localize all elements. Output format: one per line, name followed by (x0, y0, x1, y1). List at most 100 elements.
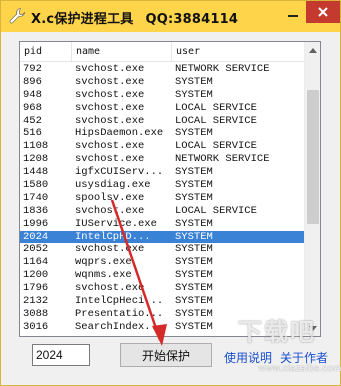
process-list[interactable]: pid name user 792 svchost.exe NETWORK SERV… (19, 41, 321, 337)
wrench-icon (8, 7, 26, 25)
table-row[interactable]: 1448 igfxCUIServ... SYSTEM (20, 166, 304, 179)
chevron-down-icon (309, 325, 317, 331)
table-row[interactable]: 516 HipsDaemon.exe SYSTEM (20, 127, 304, 140)
table-row[interactable]: 792 svchost.exe NETWORK SERVICE (20, 63, 304, 76)
cell-name: svchost.exe (75, 204, 145, 217)
cell-pid: 1448 (23, 166, 49, 179)
close-icon (318, 7, 328, 17)
table-row[interactable]: 1836 svchost.exe LOCAL SERVICE (20, 205, 304, 218)
cell-pid: 3016 (23, 320, 49, 333)
table-row[interactable]: 948 svchost.exe SYSTEM (20, 89, 304, 102)
table-row-selected[interactable]: 2024 IntelCpHD... SYSTEM (20, 230, 304, 244)
cell-pid: 1580 (23, 179, 49, 192)
cell-name: svchost.exe (75, 282, 145, 295)
cell-name: IntelCpHD... (75, 230, 151, 243)
qq-contact: QQ:3884114 (145, 12, 239, 27)
cell-user: SYSTEM (175, 256, 213, 269)
table-row[interactable]: 1996 IUService.exe SYSTEM (20, 218, 304, 231)
table-row[interactable]: 1740 spoolsv.exe SYSTEM (20, 192, 304, 205)
table-row[interactable]: 1200 wqnms.exe SYSTEM (20, 269, 304, 282)
cell-pid: 948 (23, 88, 42, 101)
cell-name: spoolsv.exe (75, 191, 145, 204)
cell-user: SYSTEM (175, 269, 213, 282)
cell-pid: 1796 (23, 282, 49, 295)
chevron-up-icon (309, 47, 317, 53)
cell-name: svchost.exe (75, 75, 145, 88)
cell-user: NETWORK SERVICE (175, 153, 270, 166)
cell-pid: 1200 (23, 269, 49, 282)
cell-pid: 2132 (23, 295, 49, 308)
table-row[interactable]: 1580 usysdiag.exe SYSTEM (20, 179, 304, 192)
cell-user: SYSTEM (175, 217, 213, 230)
cell-name: svchost.exe (75, 114, 145, 127)
table-row[interactable]: 1208 svchost.exe NETWORK SERVICE (20, 153, 304, 166)
cell-pid: 1164 (23, 256, 49, 269)
window-title: X.c保护进程工具 QQ:3884114 (31, 8, 238, 27)
cell-user: SYSTEM (175, 295, 213, 308)
cell-user: SYSTEM (175, 191, 213, 204)
cell-user: SYSTEM (175, 320, 213, 333)
title-bar[interactable]: X.c保护进程工具 QQ:3884114 (1, 1, 340, 32)
cell-user: SYSTEM (175, 166, 213, 179)
cell-name: svchost.exe (75, 243, 145, 256)
scrollbar-thumb[interactable] (307, 90, 319, 224)
minimize-button[interactable] (279, 1, 306, 23)
cell-pid: 2052 (23, 243, 49, 256)
help-link[interactable]: 使用说明 (224, 349, 272, 366)
app-title: X.c保护进程工具 (31, 12, 134, 27)
table-row[interactable]: 1108 svchost.exe LOCAL SERVICE (20, 140, 304, 153)
cell-pid: 1740 (23, 191, 49, 204)
close-button[interactable] (306, 1, 340, 23)
cell-pid: 1996 (23, 217, 49, 230)
cell-name: svchost.exe (75, 153, 145, 166)
scroll-up-button[interactable] (305, 42, 320, 58)
cell-name: svchost.exe (75, 140, 145, 153)
cell-name: IntelCpHeci... (75, 295, 164, 308)
start-protect-button[interactable]: 开始保护 (120, 343, 212, 367)
cell-name: usysdiag.exe (75, 179, 151, 192)
table-row[interactable]: 452 svchost.exe LOCAL SERVICE (20, 115, 304, 128)
cell-name: svchost.exe (75, 101, 145, 114)
table-row[interactable]: 2132 IntelCpHeci... SYSTEM (20, 295, 304, 308)
vertical-scrollbar[interactable] (304, 42, 320, 336)
cell-user: SYSTEM (175, 282, 213, 295)
table-row[interactable]: 3088 Presentatio... SYSTEM (20, 308, 304, 321)
cell-name: wqprs.exe (75, 256, 132, 269)
cell-user: LOCAL SERVICE (175, 204, 257, 217)
cell-name: HipsDaemon.exe (75, 127, 164, 140)
cell-name: svchost.exe (75, 63, 145, 75)
table-row[interactable]: 2052 svchost.exe SYSTEM (20, 243, 304, 256)
cell-user: SYSTEM (175, 75, 213, 88)
table-row[interactable]: 968 svchost.exe LOCAL SERVICE (20, 102, 304, 115)
column-header-pid[interactable]: pid (20, 42, 72, 62)
cell-name: svchost.exe (75, 88, 145, 101)
list-body: 792 svchost.exe NETWORK SERVICE 896 svchost.… (20, 63, 304, 336)
cell-user: SYSTEM (175, 127, 213, 140)
cell-pid: 792 (23, 63, 42, 75)
table-row[interactable]: 1164 wqprs.exe SYSTEM (20, 256, 304, 269)
pid-input[interactable]: 2024 (32, 344, 90, 366)
app-window: X.c保护进程工具 QQ:3884114 pid name user 792 svc… (0, 0, 341, 386)
column-header-user[interactable]: user (172, 42, 304, 62)
cell-user: LOCAL SERVICE (175, 101, 257, 114)
cell-user: SYSTEM (175, 307, 213, 320)
cell-user: SYSTEM (175, 243, 213, 256)
cell-user: SYSTEM (175, 179, 213, 192)
cell-name: SearchIndex... (75, 320, 164, 333)
cell-user: SYSTEM (175, 230, 213, 243)
cell-pid: 2024 (23, 230, 49, 243)
cell-user: LOCAL SERVICE (175, 114, 257, 127)
list-header: pid name user (20, 42, 304, 62)
cell-pid: 452 (23, 114, 42, 127)
about-author-link[interactable]: 关于作者 (280, 349, 328, 366)
column-header-name[interactable]: name (72, 42, 172, 62)
table-row[interactable]: 3016 SearchIndex... SYSTEM (20, 321, 304, 334)
cell-name: wqnms.exe (75, 269, 132, 282)
table-row[interactable]: 896 svchost.exe SYSTEM (20, 76, 304, 89)
cell-pid: 1108 (23, 140, 49, 153)
table-row[interactable]: 1796 svchost.exe SYSTEM (20, 282, 304, 295)
cell-user: SYSTEM (175, 88, 213, 101)
scroll-down-button[interactable] (305, 320, 320, 336)
cell-pid: 1836 (23, 204, 49, 217)
cell-pid: 968 (23, 101, 42, 114)
